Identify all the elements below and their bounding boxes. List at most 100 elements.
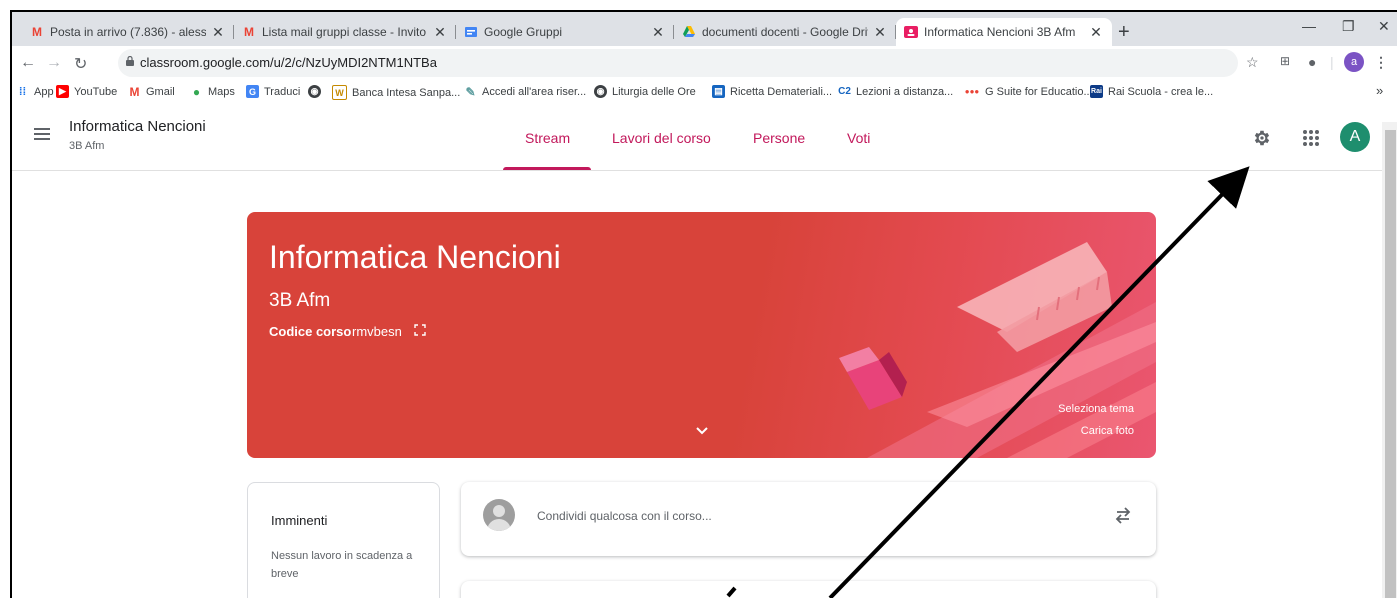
bank-icon: W bbox=[332, 85, 347, 100]
hamburger-menu-icon[interactable] bbox=[34, 128, 50, 140]
close-window-icon[interactable]: ✕ bbox=[1378, 18, 1390, 35]
course-banner: Informatica Nencioni 3B Afm Codice corso… bbox=[247, 212, 1156, 458]
reload-icon[interactable]: ↻ bbox=[74, 54, 87, 74]
apps-grid-icon: ⁞⁞ bbox=[18, 85, 27, 98]
course-section: 3B Afm bbox=[69, 140, 105, 152]
fullscreen-icon[interactable] bbox=[414, 324, 426, 336]
forward-icon[interactable]: → bbox=[46, 54, 62, 72]
course-code-value: rmvbesn bbox=[352, 324, 402, 339]
bookmark-overflow-icon[interactable]: » bbox=[1376, 83, 1383, 98]
tab-title: Informatica Nencioni 3B Afm bbox=[924, 25, 1076, 39]
tab-title: Posta in arrivo (7.836) - alessandr bbox=[50, 25, 206, 39]
repost-icon[interactable] bbox=[1114, 505, 1132, 525]
tab-grades[interactable]: Voti bbox=[847, 130, 870, 146]
bookmark-item[interactable]: ▶ YouTube bbox=[56, 85, 117, 98]
document-icon: ▤ bbox=[712, 85, 725, 98]
bookmark-label: Ricetta Demateriali... bbox=[730, 85, 833, 98]
gmail-icon: M bbox=[32, 25, 42, 39]
course-title[interactable]: Informatica Nencioni bbox=[69, 118, 206, 135]
browser-tab-active[interactable]: Informatica Nencioni 3B Afm ✕ bbox=[896, 18, 1112, 46]
bookmark-label: G Suite for Educatio... bbox=[985, 85, 1093, 98]
browser-profile-avatar[interactable]: a bbox=[1344, 52, 1364, 72]
close-icon[interactable]: ✕ bbox=[650, 24, 666, 41]
menu-kebab-icon[interactable]: ⋮ bbox=[1374, 54, 1388, 71]
bookmark-label: Liturgia delle Ore bbox=[612, 85, 696, 98]
rai-icon: Rai bbox=[1090, 85, 1103, 98]
extension-apple-icon[interactable]: ● bbox=[1308, 54, 1316, 70]
google-apps-icon[interactable] bbox=[1303, 130, 1319, 146]
bookmark-item[interactable]: C2 Lezioni a distanza... bbox=[838, 85, 953, 98]
bookmark-label: YouTube bbox=[74, 85, 118, 98]
translate-icon: G bbox=[246, 85, 259, 98]
tab-title: documenti docenti - Google Driv bbox=[702, 25, 868, 39]
bookmark-label: Rai Scuola - crea le... bbox=[1108, 85, 1214, 98]
globe-icon: ◉ bbox=[594, 85, 607, 98]
upcoming-card: Imminenti Nessun lavoro in scadenza a br… bbox=[247, 482, 440, 598]
account-avatar[interactable]: A bbox=[1340, 122, 1370, 152]
address-bar: ← → ↻ classroom.google.com/u/2/c/NzUyMDI… bbox=[12, 46, 1397, 80]
toolbar-divider: | bbox=[1330, 54, 1334, 70]
upload-photo-link[interactable]: Carica foto bbox=[1081, 425, 1134, 437]
banner-illustration bbox=[839, 242, 1156, 458]
select-theme-link[interactable]: Seleziona tema bbox=[1058, 403, 1134, 415]
back-icon[interactable]: ← bbox=[20, 54, 36, 72]
gsuite-icon: ●●● bbox=[964, 87, 980, 96]
bookmark-item[interactable]: Rai Rai Scuola - crea le... bbox=[1090, 85, 1213, 98]
lock-icon bbox=[126, 56, 134, 66]
tab-people[interactable]: Persone bbox=[753, 130, 805, 146]
close-icon[interactable]: ✕ bbox=[210, 24, 226, 41]
stream-post-card bbox=[461, 581, 1156, 598]
google-groups-icon bbox=[464, 25, 478, 39]
bookmark-label: Gmail bbox=[146, 85, 175, 98]
browser-tab[interactable]: M Posta in arrivo (7.836) - alessandr ✕ bbox=[22, 18, 234, 46]
bookmark-item[interactable]: ▤ Ricetta Demateriali... bbox=[712, 85, 832, 98]
bookmark-item[interactable]: M Gmail bbox=[128, 84, 175, 99]
bookmark-item[interactable]: ●●● G Suite for Educatio... bbox=[964, 85, 1093, 98]
bookmark-item[interactable]: ◉ Liturgia delle Ore bbox=[594, 85, 696, 98]
login-icon: ✎ bbox=[465, 84, 476, 99]
bookmark-label: Banca Intesa Sanpa... bbox=[352, 86, 461, 99]
browser-tab[interactable]: M Lista mail gruppi classe - Invito a ✕ bbox=[234, 18, 456, 46]
bookmark-label: Accedi all'area riser... bbox=[482, 85, 587, 98]
bookmark-item[interactable]: ● Maps bbox=[190, 84, 235, 99]
restore-icon[interactable]: ❐ bbox=[1342, 18, 1355, 35]
bookmark-item[interactable]: G Traduci bbox=[246, 85, 300, 98]
browser-tab[interactable]: Google Gruppi ✕ bbox=[456, 18, 674, 46]
share-with-class-card[interactable]: Condividi qualcosa con il corso... bbox=[461, 482, 1156, 556]
tab-title: Lista mail gruppi classe - Invito a bbox=[262, 25, 428, 39]
upcoming-empty-text: Nessun lavoro in scadenza a breve bbox=[271, 550, 413, 580]
extension-icon[interactable]: ⊞ bbox=[1280, 54, 1290, 68]
minimize-icon[interactable]: — bbox=[1302, 18, 1316, 34]
tab-strip: M Posta in arrivo (7.836) - alessandr ✕ … bbox=[12, 12, 1397, 46]
star-icon[interactable]: ☆ bbox=[1246, 54, 1259, 71]
youtube-icon: ▶ bbox=[56, 85, 69, 98]
share-input[interactable]: Condividi qualcosa con il corso... bbox=[537, 509, 712, 523]
c2-icon: C2 bbox=[838, 86, 851, 97]
close-icon[interactable]: ✕ bbox=[1088, 24, 1104, 41]
globe-icon: ◉ bbox=[308, 85, 321, 98]
tab-classwork[interactable]: Lavori del corso bbox=[612, 130, 711, 146]
browser-window: M Posta in arrivo (7.836) - alessandr ✕ … bbox=[10, 10, 1397, 598]
bookmark-item[interactable]: W Banca Intesa Sanpa... bbox=[332, 85, 460, 100]
chevron-down-icon[interactable] bbox=[695, 426, 709, 436]
bookmark-item[interactable]: ◉ bbox=[308, 85, 326, 98]
browser-tab[interactable]: documenti docenti - Google Driv ✕ bbox=[674, 18, 896, 46]
gmail-icon: M bbox=[244, 25, 254, 39]
tab-stream[interactable]: Stream bbox=[525, 130, 570, 146]
page-scrollbar-thumb[interactable] bbox=[1385, 130, 1396, 598]
close-icon[interactable]: ✕ bbox=[872, 24, 888, 41]
banner-course-section: 3B Afm bbox=[269, 290, 331, 311]
bookmark-item[interactable]: ✎ Accedi all'area riser... bbox=[464, 84, 587, 99]
maps-pin-icon: ● bbox=[192, 84, 201, 99]
close-icon[interactable]: ✕ bbox=[432, 24, 448, 41]
gmail-icon: M bbox=[129, 84, 140, 99]
bookmark-item[interactable]: ⁞⁞ App bbox=[16, 85, 54, 98]
gear-icon[interactable] bbox=[1252, 128, 1272, 148]
new-tab-icon[interactable]: + bbox=[1118, 21, 1130, 44]
url-field[interactable]: classroom.google.com/u/2/c/NzUyMDI2NTM1N… bbox=[118, 49, 1238, 77]
upcoming-title: Imminenti bbox=[271, 513, 328, 528]
bookmark-label: Maps bbox=[208, 85, 235, 98]
bookmarks-bar: ⁞⁞ App ▶ YouTube M Gmail ● Maps G Traduc… bbox=[12, 80, 1397, 107]
course-code-label: Codice corso bbox=[269, 324, 352, 339]
user-avatar bbox=[483, 499, 515, 531]
